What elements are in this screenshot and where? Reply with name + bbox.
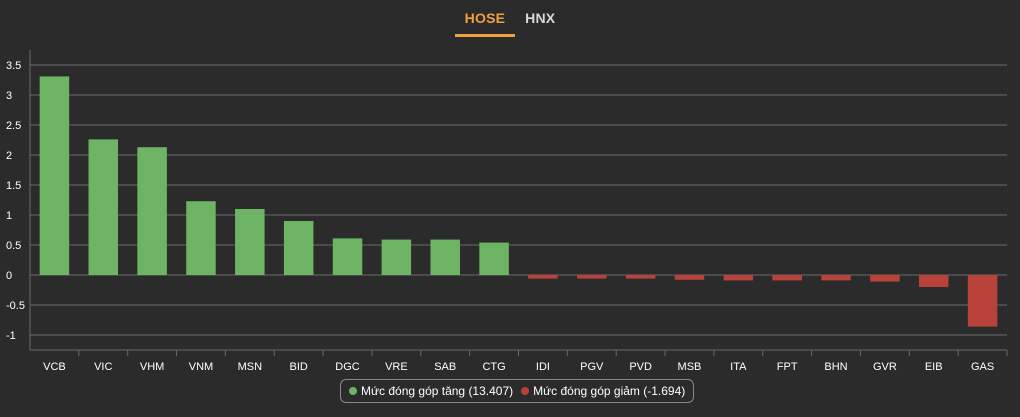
x-tick-label: FPT <box>777 361 798 373</box>
bar-vre <box>381 239 412 275</box>
x-tick-label: ITA <box>730 361 747 373</box>
bar-bhn <box>821 275 851 281</box>
bar-vic <box>88 139 119 275</box>
bar-msn <box>235 209 265 275</box>
y-tick-label: 2 <box>6 150 12 162</box>
bar-pgv <box>577 275 607 279</box>
x-tick-label: PVD <box>629 361 652 373</box>
legend-dot-negative <box>521 387 530 395</box>
x-tick-label: CTG <box>482 361 505 373</box>
x-tick-label: VCB <box>43 361 66 373</box>
bar-eib <box>918 275 949 287</box>
x-tick-label: VNM <box>189 361 213 373</box>
x-tick-label: VIC <box>94 361 112 373</box>
x-tick-label: MSB <box>678 361 702 373</box>
bar-ctg <box>479 242 509 275</box>
bar-pvd <box>625 275 656 279</box>
bar-idi <box>528 275 558 279</box>
y-tick-label: 1.5 <box>6 180 21 192</box>
x-tick-label: DGC <box>335 361 360 373</box>
bar-fpt <box>772 275 802 281</box>
legend-dot-positive <box>349 387 357 395</box>
x-tick-label: BID <box>290 361 308 373</box>
bar-vcb <box>39 76 70 276</box>
legend-label-positive: Mức đóng góp tăng (13.407) <box>361 384 514 398</box>
bar-gas <box>967 275 998 327</box>
contribution-bar-chart: 3.5 3 2.5 2 1.5 1 0.5 0 -0.5 -1 VCB VIC VHM VNM MSN BID… <box>6 50 1008 373</box>
y-tick-label: 3.5 <box>6 60 21 72</box>
x-tick-label: EIB <box>925 361 943 373</box>
bar-sab <box>430 239 460 275</box>
chart-legend: Mức đóng góp tăng (13.407) Mức đóng góp … <box>340 379 695 403</box>
bar-vhm <box>137 147 167 275</box>
x-tick-label: GVR <box>873 361 897 373</box>
x-tick-label: VHM <box>140 361 164 373</box>
y-tick-label: 0 <box>6 270 12 282</box>
x-tick-label: IDI <box>536 361 550 373</box>
bar-msb <box>674 275 705 280</box>
bar-bid <box>283 221 314 275</box>
y-tick-label: 2.5 <box>6 120 21 132</box>
y-tick-label: 0.5 <box>6 240 21 252</box>
y-tick-label: 1 <box>6 210 12 222</box>
x-tick-label: MSN <box>238 361 263 373</box>
bar-gvr <box>870 275 900 282</box>
legend-label-negative: Mức đóng góp giảm (-1.694) <box>533 384 686 398</box>
x-tick-label: GAS <box>971 361 994 373</box>
legend-item-positive[interactable]: Mức đóng góp tăng (13.407) <box>349 384 513 398</box>
x-tick-label: VRE <box>385 361 408 373</box>
x-tick-label: PGV <box>580 361 604 373</box>
y-tick-label: 3 <box>6 90 12 102</box>
x-tick-label: SAB <box>434 361 456 373</box>
bar-vnm <box>186 201 216 275</box>
x-tick-label: BHN <box>824 361 847 373</box>
y-tick-label: -0.5 <box>6 300 25 312</box>
bar-dgc <box>332 238 363 275</box>
bar-ita <box>723 275 754 281</box>
y-tick-label: -1 <box>6 330 16 342</box>
legend-item-negative[interactable]: Mức đóng góp giảm (-1.694) <box>521 384 685 398</box>
